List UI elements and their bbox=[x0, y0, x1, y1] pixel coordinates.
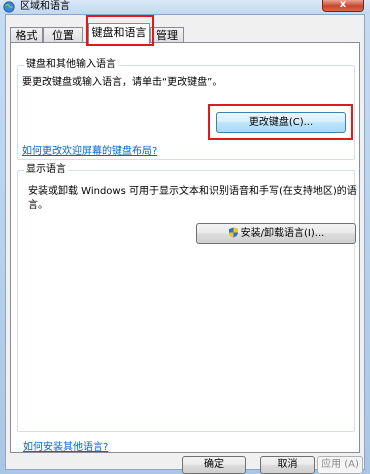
window-title: 区域和语言 bbox=[20, 1, 70, 12]
tab-panel: 键盘和其他输入语言 要更改键盘或输入语言，请单击“更改键盘”。 更改键盘(C).… bbox=[10, 42, 360, 453]
dialog-client-area: 格式 位置 键盘和语言 管理 键盘和其他输入语言 要更改键盘或输入语言，请单击“… bbox=[5, 14, 365, 474]
cancel-button[interactable]: 取消 bbox=[260, 456, 315, 474]
keyboards-group: 键盘和其他输入语言 要更改键盘或输入语言，请单击“更改键盘”。 更改键盘(C).… bbox=[17, 59, 355, 160]
apply-button[interactable]: 应用 (A) bbox=[317, 456, 363, 474]
globe-icon bbox=[3, 1, 15, 13]
keyboards-description: 要更改键盘或输入语言，请单击“更改键盘”。 bbox=[22, 77, 223, 88]
display-language-description-line2: 言。 bbox=[28, 200, 48, 211]
keyboards-group-legend: 键盘和其他输入语言 bbox=[24, 59, 118, 71]
display-language-legend: 显示语言 bbox=[24, 164, 68, 176]
dialog-window: 区域和语言 x 格式 位置 键盘和语言 管理 键盘和其他输入语言 要更改键盘或输… bbox=[0, 0, 370, 474]
install-other-languages-link[interactable]: 如何安装其他语言? bbox=[23, 442, 108, 454]
uac-shield-icon bbox=[228, 227, 238, 238]
tab-highlight-box bbox=[86, 15, 154, 46]
close-button[interactable]: x bbox=[322, 0, 364, 12]
display-language-group: 显示语言 安装或卸载 Windows 可用于显示文本和识别语音和手写(在支持地区… bbox=[17, 164, 357, 432]
welcome-screen-keyboard-link[interactable]: 如何更改欢迎屏幕的键盘布局? bbox=[22, 146, 157, 158]
tab-strip: 格式 位置 键盘和语言 管理 bbox=[10, 21, 360, 45]
title-bar[interactable]: 区域和语言 x bbox=[0, 0, 370, 14]
install-uninstall-languages-button[interactable]: 安装/卸载语言(I)... bbox=[196, 223, 356, 244]
install-uninstall-label: 安装/卸载语言(I)... bbox=[240, 228, 325, 239]
change-keyboards-highlight-box bbox=[208, 104, 353, 140]
display-language-description-line1: 安装或卸载 Windows 可用于显示文本和识别语音和手写(在支持地区)的语 bbox=[28, 186, 357, 197]
ok-button[interactable]: 确定 bbox=[182, 456, 246, 474]
